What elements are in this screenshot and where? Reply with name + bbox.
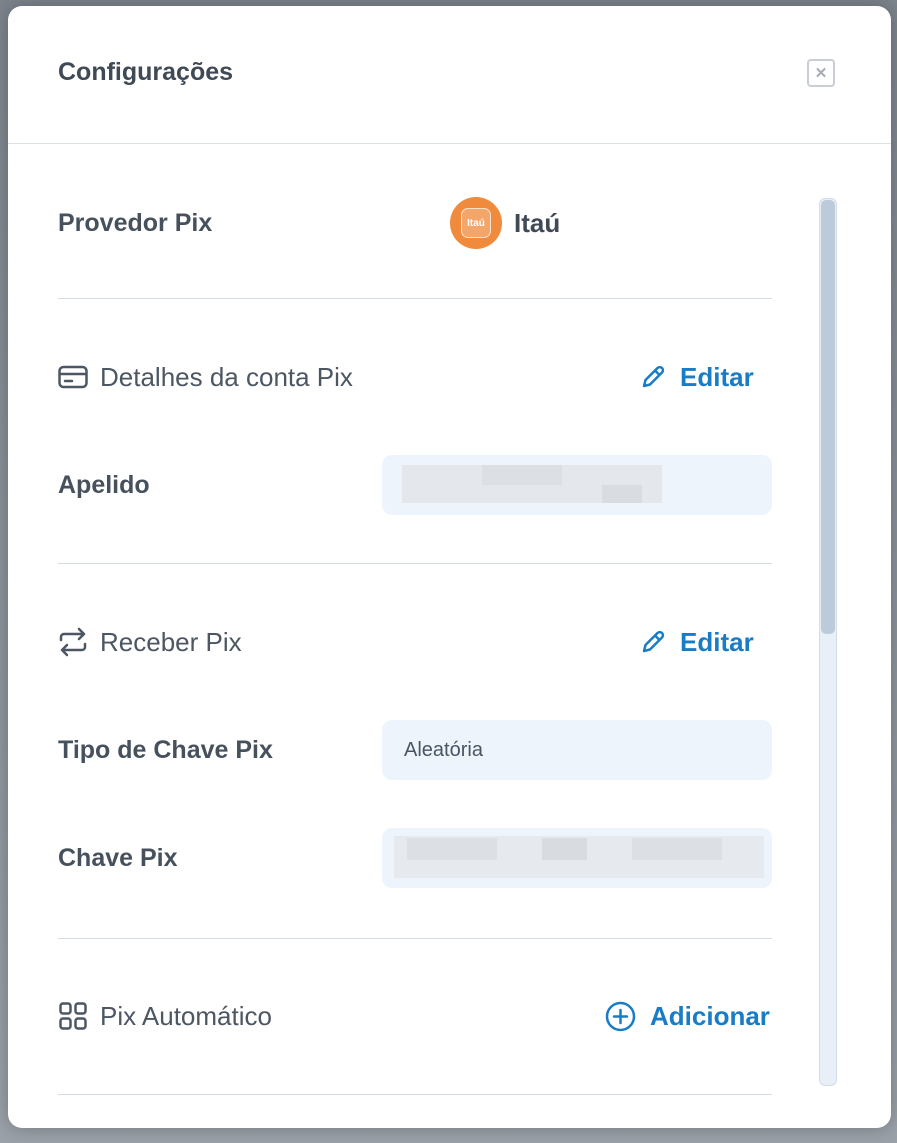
itau-logo: Itaú xyxy=(450,197,502,249)
logo-text: Itaú xyxy=(467,217,485,229)
plus-circle-icon xyxy=(605,1001,636,1031)
edit-label: Editar xyxy=(680,626,754,657)
edit-receive-button[interactable]: Editar xyxy=(640,627,754,657)
pencil-icon xyxy=(642,630,665,653)
edit-label: Editar xyxy=(680,361,754,392)
redacted-area xyxy=(542,838,587,860)
section-title-text: Pix Automático xyxy=(100,1000,272,1031)
edit-account-button[interactable]: Editar xyxy=(640,362,754,392)
modal-title: Configurações xyxy=(58,58,234,86)
divider xyxy=(58,298,772,299)
section-title-text: Receber Pix xyxy=(100,626,242,657)
section-account-details: Detalhes da conta Pix xyxy=(58,362,353,392)
nickname-label: Apelido xyxy=(58,471,150,499)
section-automatic-pix: Pix Automático xyxy=(58,1001,272,1031)
key-type-value: Aleatória xyxy=(404,739,483,761)
pencil-icon xyxy=(642,365,665,388)
credit-card-icon xyxy=(58,365,88,389)
redacted-area xyxy=(482,465,562,485)
key-type-label: Tipo de Chave Pix xyxy=(58,736,273,764)
pix-key-field xyxy=(382,828,772,888)
provider-name: Itaú xyxy=(514,207,561,238)
key-type-field: Aleatória xyxy=(382,720,772,780)
redacted-area xyxy=(407,838,497,860)
divider xyxy=(58,938,772,939)
redacted-area xyxy=(602,485,642,503)
close-icon: ✕ xyxy=(814,64,828,82)
provider-label: Provedor Pix xyxy=(58,209,213,237)
grid-icon xyxy=(59,1002,87,1030)
transfer-arrows-icon xyxy=(59,627,87,657)
modal-header: Configurações ✕ xyxy=(8,6,891,144)
settings-modal: Configurações ✕ Provedor Pix Itaú Itaú D… xyxy=(8,6,891,1128)
scrollbar-thumb[interactable] xyxy=(821,200,835,634)
close-button[interactable]: ✕ xyxy=(807,59,835,87)
section-receive-pix: Receber Pix xyxy=(58,627,242,657)
modal-content: Provedor Pix Itaú Itaú Detalhes da conta… xyxy=(8,144,891,1128)
add-label: Adicionar xyxy=(650,1000,770,1031)
itau-logo-mark: Itaú xyxy=(461,208,491,238)
nickname-field xyxy=(382,455,772,515)
redacted-area xyxy=(632,838,722,860)
add-automatic-pix-button[interactable]: Adicionar xyxy=(605,1001,770,1031)
scrollbar[interactable] xyxy=(819,198,837,1086)
pix-key-label: Chave Pix xyxy=(58,844,178,872)
divider xyxy=(58,563,772,564)
section-title-text: Detalhes da conta Pix xyxy=(100,361,353,392)
divider xyxy=(58,1094,772,1095)
provider-display: Itaú Itaú xyxy=(450,197,560,249)
